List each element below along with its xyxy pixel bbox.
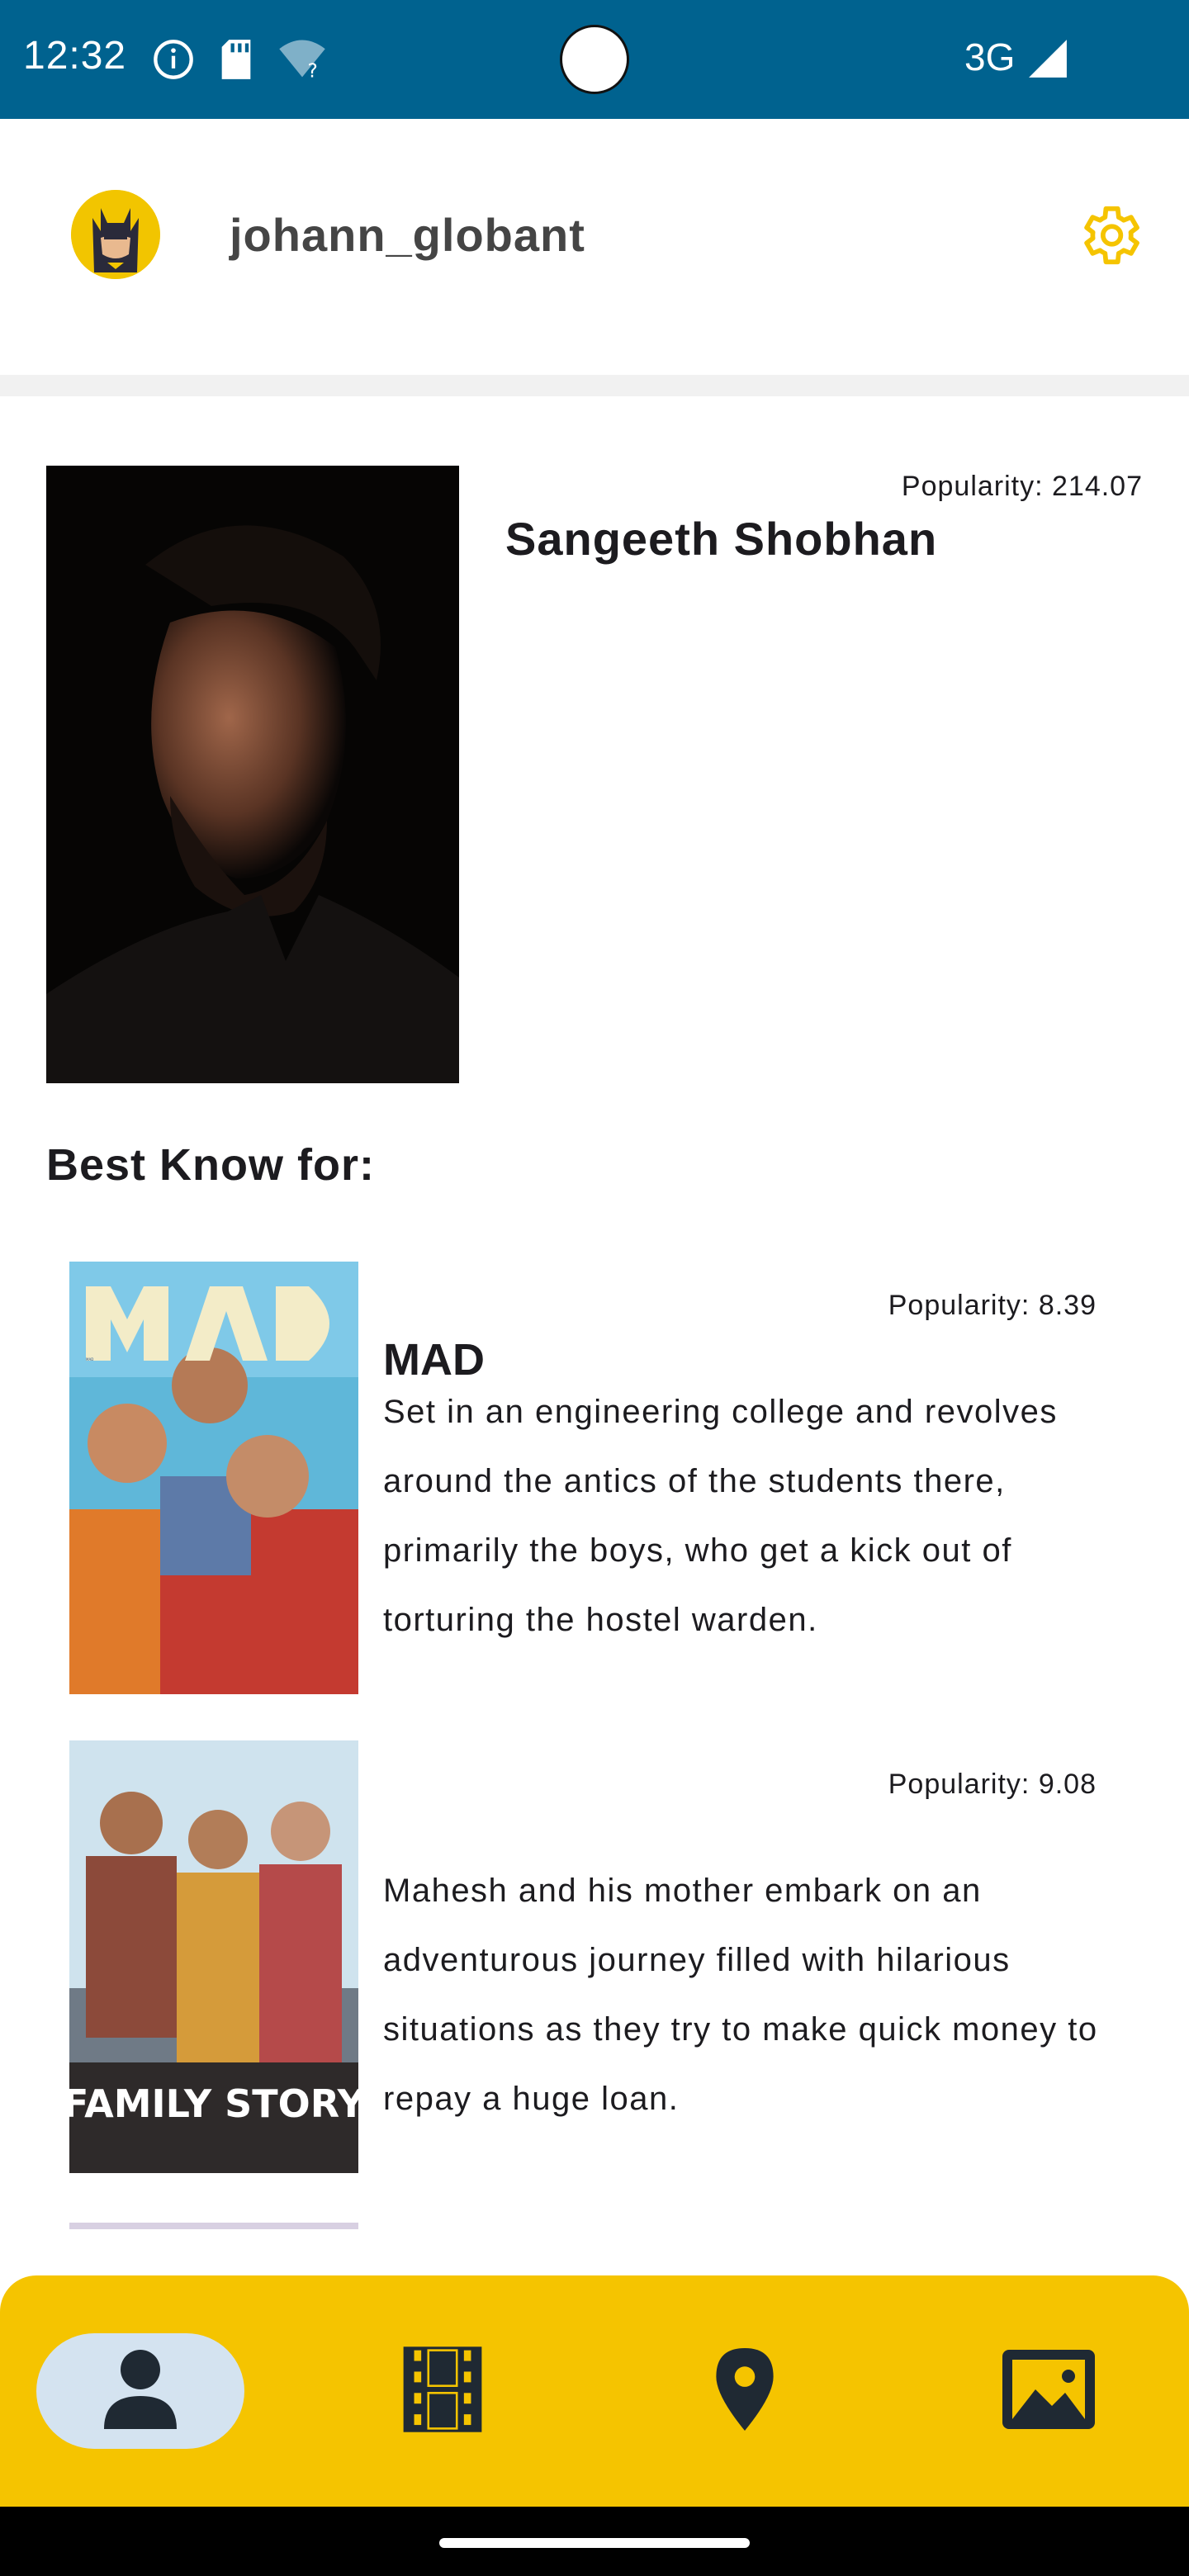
poster-title: MAD (86, 1357, 93, 1361)
header-divider (0, 375, 1189, 396)
known-for-heading: Best Know for: (46, 1140, 375, 1190)
system-navigation-bar (0, 2507, 1189, 2576)
sd-card-icon (218, 38, 254, 85)
movie-overview: Mahesh and his mother embark on an adven… (383, 1873, 1098, 2117)
movie-overview: Set in an engineering college and revolv… (383, 1394, 1058, 1638)
movie-popularity: Popularity: 9.08 (888, 1769, 1097, 1800)
nav-locations[interactable] (641, 2333, 849, 2449)
username: johann_globant (230, 209, 585, 261)
batman-avatar-icon[interactable] (71, 190, 160, 279)
movie-poster[interactable]: MAD (69, 1262, 358, 1694)
bottom-navigation (0, 2275, 1189, 2507)
poster-title: FAMILY STORY (69, 2081, 358, 2126)
location-pin-icon (715, 2347, 775, 2435)
movie-poster[interactable]: FAMILY STORY (69, 1740, 358, 2173)
movie-popularity: Popularity: 8.39 (888, 1290, 1097, 1321)
nav-profile[interactable] (36, 2333, 244, 2449)
movie-poster-partial[interactable] (69, 2223, 358, 2229)
nav-gallery[interactable] (945, 2333, 1153, 2449)
image-icon (1002, 2349, 1095, 2433)
gear-icon[interactable] (1073, 200, 1144, 271)
film-icon (400, 2343, 486, 2440)
signal-icon (1027, 40, 1068, 82)
profile-photo (46, 466, 459, 1083)
nav-movies[interactable] (339, 2333, 547, 2449)
person-popularity: Popularity: 214.07 (901, 471, 1143, 502)
info-icon (152, 38, 195, 85)
home-gesture-handle[interactable] (439, 2538, 750, 2548)
movie-card[interactable]: FAMILY STORY Popularity: 9.08 Mahesh and… (0, 1740, 1189, 2186)
status-time: 12:32 (23, 34, 127, 78)
status-bar: 12:32 ? 3G (0, 0, 1189, 119)
top-app-bar: johann_globant (0, 119, 1189, 375)
camera-cutout (560, 25, 629, 94)
network-type: 3G (964, 36, 1016, 78)
wifi-unknown-icon: ? (276, 38, 329, 85)
person-name: Sangeeth Shobhan (505, 513, 938, 565)
movie-card[interactable]: MAD Popularity: 8.39 MAD Set in an engin… (0, 1262, 1189, 1707)
person-icon (101, 2346, 180, 2436)
svg-text:?: ? (307, 59, 317, 81)
